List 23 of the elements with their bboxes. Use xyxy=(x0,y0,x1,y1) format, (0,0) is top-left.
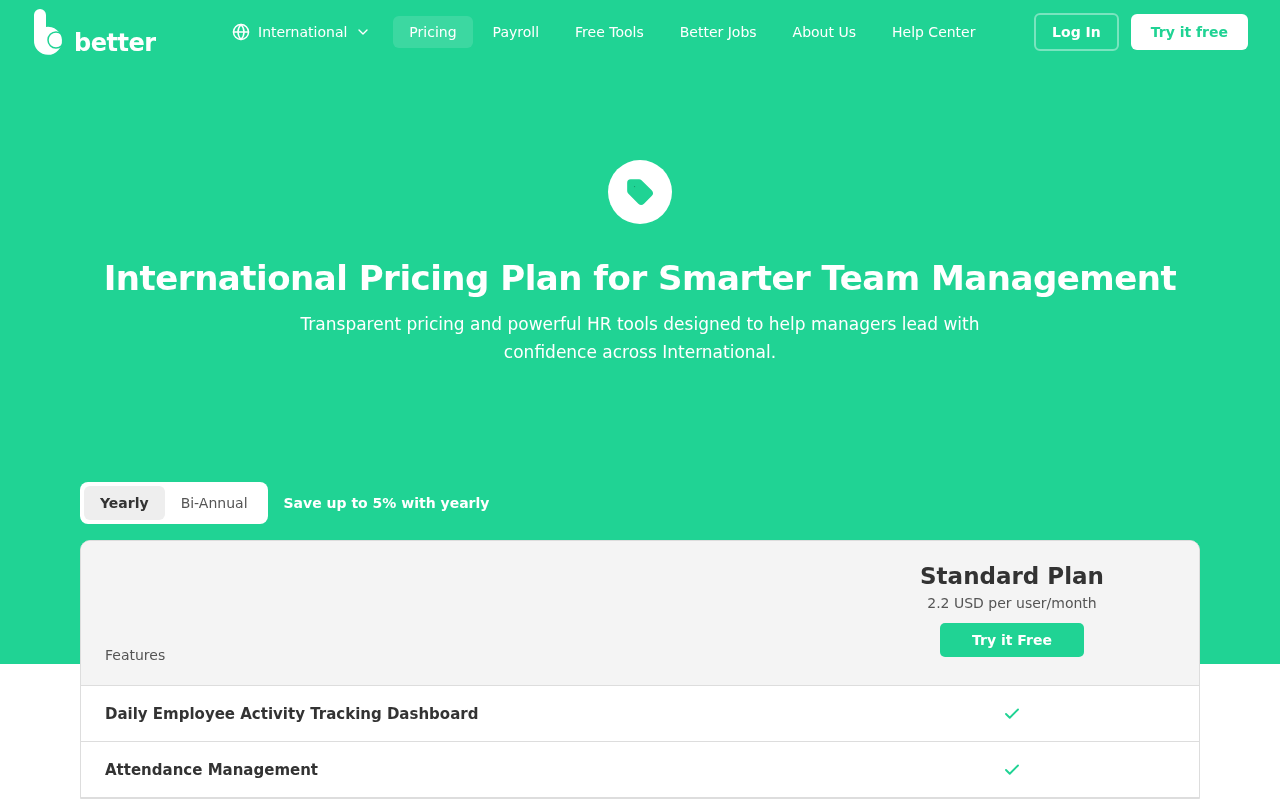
savings-note: Save up to 5% with yearly xyxy=(283,495,490,511)
page-title: International Pricing Plan for Smarter Team Management xyxy=(103,258,1177,298)
logo-text[interactable]: better xyxy=(74,31,156,55)
globe-icon xyxy=(232,23,250,41)
plan-name: Standard Plan xyxy=(920,563,1104,589)
plan-price: 2.2 USD per user/month xyxy=(927,595,1097,611)
nav-link[interactable]: Help Center xyxy=(876,16,992,48)
nav-link[interactable]: Payroll xyxy=(476,16,556,48)
nav-link[interactable]: Free Tools xyxy=(559,16,660,48)
try-free-button[interactable]: Try it free xyxy=(1130,14,1248,50)
tag-icon xyxy=(626,178,654,206)
plan-try-button[interactable]: Try it Free xyxy=(940,623,1084,657)
login-button[interactable]: Log In xyxy=(1034,13,1119,51)
feature-name: Daily Employee Activity Tracking Dashboard xyxy=(104,704,480,723)
features-header: Features xyxy=(105,647,166,663)
nav-link[interactable]: Better Jobs xyxy=(663,16,773,48)
billing-option[interactable]: Bi-Annual xyxy=(164,486,264,520)
feature-name: Attendance Management xyxy=(104,760,320,779)
region-selector[interactable]: International xyxy=(220,15,384,49)
nav-link[interactable]: About Us xyxy=(776,16,872,48)
billing-option[interactable]: Yearly xyxy=(84,486,165,520)
nav-link[interactable]: Pricing xyxy=(393,16,473,48)
page-subtitle: Transparent pricing and powerful HR tools designed to help managers lead with confidence across International. xyxy=(299,313,981,364)
